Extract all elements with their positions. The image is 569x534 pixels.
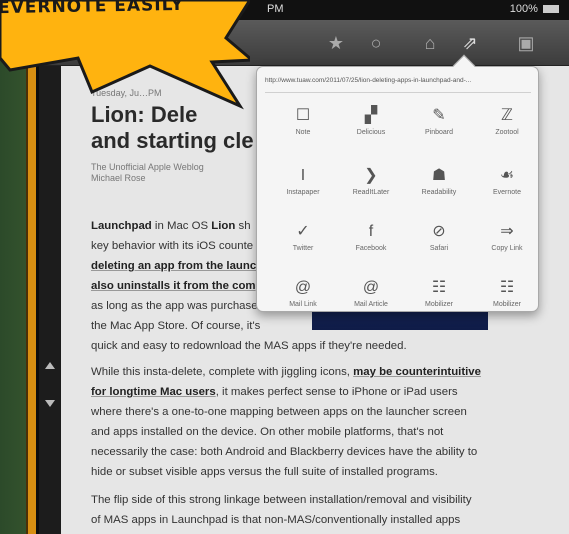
twitter-icon: ✓ xyxy=(296,223,310,240)
share-item[interactable]: ❯ ReadItLater xyxy=(339,163,403,215)
readitlater-icon: ❯ xyxy=(364,167,378,184)
paragraph-3: The flip side of this strong linkage bet… xyxy=(91,490,472,530)
pin-icon: ✎ xyxy=(432,107,446,124)
p3-text: of MAS apps in Launchpad is that non-MAS… xyxy=(91,514,461,526)
copy-link-icon: ⇒ xyxy=(500,223,514,240)
p2-text: hide or subset visible apps versus the f… xyxy=(91,466,438,478)
share-item[interactable]: ✓ Twitter xyxy=(271,219,335,271)
instapaper-icon: I xyxy=(300,167,306,184)
share-url: http://www.tuaw.com/2011/07/25/lion-dele… xyxy=(265,77,472,84)
status-time: PM xyxy=(267,3,284,15)
share-item-label: Pinboard xyxy=(424,129,454,136)
share-item-label: Mobilizer xyxy=(492,301,521,308)
p3-text: The flip side of this strong linkage bet… xyxy=(91,494,472,506)
p2-text: While this insta-delete, complete with j… xyxy=(91,366,354,378)
mail-article-icon: @ xyxy=(362,279,380,296)
facebook-icon: f xyxy=(368,223,374,240)
share-item-label: Mail Article xyxy=(354,301,388,308)
battery-icon xyxy=(543,5,559,14)
p1-text: in Mac OS xyxy=(151,220,212,232)
share-item-label: Instapaper xyxy=(286,189,320,196)
share-item-label: Evernote xyxy=(492,189,522,196)
link-lion[interactable]: Lion xyxy=(211,220,235,232)
p1-text: sh xyxy=(235,220,251,232)
share-icon[interactable]: ⇗ xyxy=(459,32,481,54)
share-item-label: Safari xyxy=(429,245,449,252)
share-item-label: Readability xyxy=(421,189,457,196)
mail-link-icon: @ xyxy=(294,279,312,296)
p1-text: the Mac App Store. Of course, it's xyxy=(91,320,261,332)
popover-divider xyxy=(265,92,531,93)
share-item[interactable]: ▞ Delicious xyxy=(339,103,403,155)
tabs-icon[interactable]: ▣ xyxy=(515,32,537,54)
safari-icon: ⊘ xyxy=(432,223,446,240)
p2-text: and apps installed on the device. On oth… xyxy=(91,426,444,438)
delicious-icon: ▞ xyxy=(364,107,378,124)
link-longtime-mac-users[interactable]: for longtime Mac users xyxy=(91,386,216,398)
p2-text: where there's a one-to-one mapping betwe… xyxy=(91,406,467,418)
share-item[interactable]: I Instapaper xyxy=(271,163,335,215)
share-item-label: Facebook xyxy=(355,245,387,252)
share-item[interactable]: @ Mail Article xyxy=(339,275,403,327)
share-item[interactable]: ☷ Mobilizer xyxy=(407,275,471,327)
link-uninstalls-app[interactable]: also uninstalls it from the com xyxy=(91,280,256,292)
circle-icon[interactable]: ○ xyxy=(365,32,387,54)
zootool-icon: ℤ xyxy=(501,107,513,124)
share-item-label: Note xyxy=(295,129,311,136)
star-icon[interactable]: ★ xyxy=(325,32,347,54)
link-counterintuitive[interactable]: may be counterintuitive xyxy=(353,366,481,378)
note-icon: ☐ xyxy=(295,107,311,124)
headline-line-2: and starting cle xyxy=(91,128,254,153)
link-launchpad[interactable]: Launchpad xyxy=(91,220,152,232)
paragraph-2: While this insta-delete, complete with j… xyxy=(91,362,481,482)
share-item-label: Mail Link xyxy=(289,301,317,308)
share-item[interactable]: ✎ Pinboard xyxy=(407,103,471,155)
share-item[interactable]: ☗ Readability xyxy=(407,163,471,215)
p2-text: necessarily the case: both Android and B… xyxy=(91,446,478,458)
share-item-label: ReadItLater xyxy=(352,189,390,196)
evernote-icon: ☙ xyxy=(499,167,515,184)
share-item[interactable]: ☷ Mobilizer xyxy=(475,275,539,327)
share-item[interactable]: ☐ Note xyxy=(271,103,335,155)
share-item[interactable]: ☙ Evernote xyxy=(475,163,539,215)
share-item-label: Copy Link xyxy=(491,245,523,252)
battery-percent: 100% xyxy=(509,3,538,15)
side-scroll-control xyxy=(39,66,61,534)
share-item[interactable]: ⊘ Safari xyxy=(407,219,471,271)
link-deleting-app[interactable]: deleting an app from the launc xyxy=(91,260,256,272)
trash-icon[interactable]: ⌂ xyxy=(419,32,441,54)
share-item-label: Zootool xyxy=(495,129,519,136)
scroll-up-icon[interactable] xyxy=(45,362,55,369)
share-item-label: Twitter xyxy=(292,245,314,252)
share-item[interactable]: ⇒ Copy Link xyxy=(475,219,539,271)
battery-indicator: 100% xyxy=(510,3,559,15)
share-item[interactable]: ℤ Zootool xyxy=(475,103,539,155)
mobilizer-icon: ☷ xyxy=(431,279,447,296)
p1-text: quick and easy to redownload the MAS app… xyxy=(91,340,407,352)
scroll-down-icon[interactable] xyxy=(45,400,55,407)
share-item[interactable]: @ Mail Link xyxy=(271,275,335,327)
share-item-label: Delicious xyxy=(356,129,386,136)
mobilizer-icon: ☷ xyxy=(499,279,515,296)
share-item[interactable]: f Facebook xyxy=(339,219,403,271)
byline-source: The Unofficial Apple Weblog xyxy=(91,162,204,172)
share-item-label: Mobilizer xyxy=(424,301,453,308)
byline-author: Michael Rose xyxy=(91,173,146,183)
p1-text: key behavior with its iOS counte xyxy=(91,240,254,252)
p2-text: , it makes perfect sense to iPhone or iP… xyxy=(215,386,458,398)
share-popover: http://www.tuaw.com/2011/07/25/lion-dele… xyxy=(256,54,539,312)
article-byline: The Unofficial Apple Weblog Michael Rose xyxy=(91,162,204,184)
readability-icon: ☗ xyxy=(431,167,447,184)
